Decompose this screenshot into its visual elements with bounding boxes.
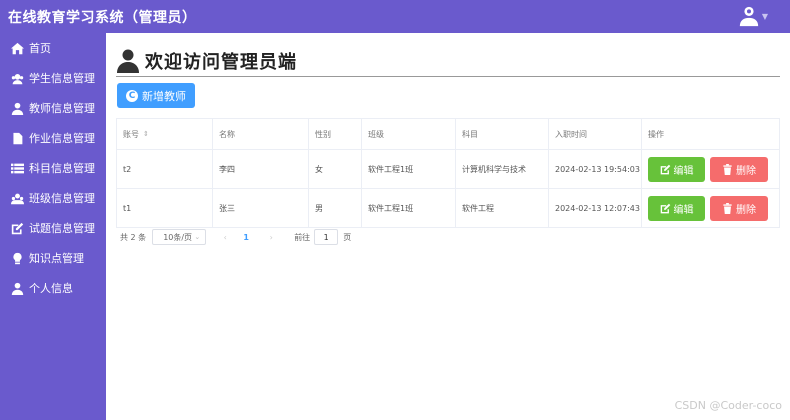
sort-icon[interactable]: ⇕ [143,130,149,138]
cell-name: 张三 [213,189,309,227]
students-icon [10,71,25,86]
sidebar-item-profile[interactable]: 个人信息 [0,273,106,303]
prev-page-button[interactable]: ‹ [220,233,230,242]
teacher-table: 账号 ⇕ 名称 性别 班级 科目 入职时间 操作 t2 李四 女 软件工程1班 计… [116,118,780,228]
next-page-button[interactable]: › [266,233,276,242]
cell-actions: 编辑 删除 [642,189,780,227]
header-class: 班级 [362,119,456,149]
sidebar-item-label: 个人信息 [29,282,73,295]
header-account[interactable]: 账号 ⇕ [116,119,213,149]
header-name: 名称 [213,119,309,149]
cell-class: 软件工程1班 [362,189,456,227]
sidebar-item-label: 科目信息管理 [29,162,95,175]
sidebar-item-students[interactable]: 学生信息管理 [0,63,106,93]
pagination: 共 2 条 10条/页 ⌄ ‹ 1 › 前往 1 页 [120,229,351,245]
cell-name: 李四 [213,150,309,188]
app-title: 在线教育学习系统（管理员） [8,9,197,26]
sidebar-item-label: 学生信息管理 [29,72,95,85]
cell-subject: 计算机科学与技术 [456,150,549,188]
trash-icon [723,202,732,214]
sidebar-item-home[interactable]: 首页 [0,33,106,63]
delete-button[interactable]: 删除 [710,195,768,221]
table-row: t1 张三 男 软件工程1班 软件工程 2024-02-13 12:07:43 … [116,189,780,228]
sidebar-item-label: 班级信息管理 [29,192,95,205]
watermark: CSDN @Coder-coco [674,399,782,412]
header-joined: 入职时间 [549,119,642,149]
cell-gender: 男 [309,189,362,227]
header-gender: 性别 [309,119,362,149]
user-avatar-icon[interactable] [738,5,760,27]
list-icon [10,161,25,176]
edit-icon [10,221,25,236]
teacher-icon [10,101,25,116]
edit-button[interactable]: 编辑 [648,156,705,182]
sidebar-item-label: 试题信息管理 [29,222,95,235]
pagination-total: 共 2 条 [120,232,147,242]
main-content: 欢迎访问管理员端 C 新增教师 账号 ⇕ 名称 性别 班级 科目 入职时间 操作 … [106,33,790,420]
chevron-down-icon[interactable]: ▼ [762,12,768,21]
sidebar-item-classes[interactable]: 班级信息管理 [0,183,106,213]
page-size-select[interactable]: 10条/页 ⌄ [152,229,207,245]
cell-account: t1 [116,189,213,227]
sidebar-item-questions[interactable]: 试题信息管理 [0,213,106,243]
user-icon [10,281,25,296]
delete-button[interactable]: 删除 [710,156,768,182]
page-number[interactable]: 1 [240,233,252,242]
cell-joined: 2024-02-13 12:07:43 [549,189,642,227]
top-bar: 在线教育学习系统（管理员） ▼ [0,0,790,33]
sidebar-item-label: 知识点管理 [29,252,84,265]
header-subject: 科目 [456,119,549,149]
add-teacher-label: 新增教师 [142,89,186,103]
chevron-down-icon: ⌄ [194,233,201,241]
goto-label: 前往 [294,232,311,242]
cell-subject: 软件工程 [456,189,549,227]
header-actions: 操作 [642,119,780,149]
cell-account: t2 [116,150,213,188]
sidebar-item-label: 教师信息管理 [29,102,95,115]
cell-gender: 女 [309,150,362,188]
edit-button[interactable]: 编辑 [648,195,705,221]
goto-page-input[interactable]: 1 [314,229,339,245]
page-header: 欢迎访问管理员端 [116,45,780,77]
file-icon [10,131,25,146]
table-header-row: 账号 ⇕ 名称 性别 班级 科目 入职时间 操作 [116,118,780,150]
sidebar-item-knowledge[interactable]: 知识点管理 [0,243,106,273]
add-teacher-button[interactable]: C 新增教师 [117,83,195,108]
trash-icon [723,163,732,175]
cell-joined: 2024-02-13 19:54:03 [549,150,642,188]
bulb-icon [10,251,25,266]
cell-actions: 编辑 删除 [642,150,780,188]
page-title: 欢迎访问管理员端 [145,51,297,73]
sidebar-item-homework[interactable]: 作业信息管理 [0,123,106,153]
table-row: t2 李四 女 软件工程1班 计算机科学与技术 2024-02-13 19:54… [116,150,780,189]
sidebar-item-label: 首页 [29,42,51,55]
plus-circle-icon: C [126,89,138,102]
edit-icon [660,164,670,174]
admin-user-icon [117,49,139,73]
goto-unit: 页 [343,232,352,242]
sidebar: 首页 学生信息管理 教师信息管理 作业信息管理 科目信息管理 班级信息管理 试题… [0,33,106,420]
sidebar-item-subjects[interactable]: 科目信息管理 [0,153,106,183]
cell-class: 软件工程1班 [362,150,456,188]
sidebar-item-label: 作业信息管理 [29,132,95,145]
home-icon [10,41,25,56]
group-icon [10,191,25,206]
sidebar-item-teachers[interactable]: 教师信息管理 [0,93,106,123]
edit-icon [660,203,670,213]
